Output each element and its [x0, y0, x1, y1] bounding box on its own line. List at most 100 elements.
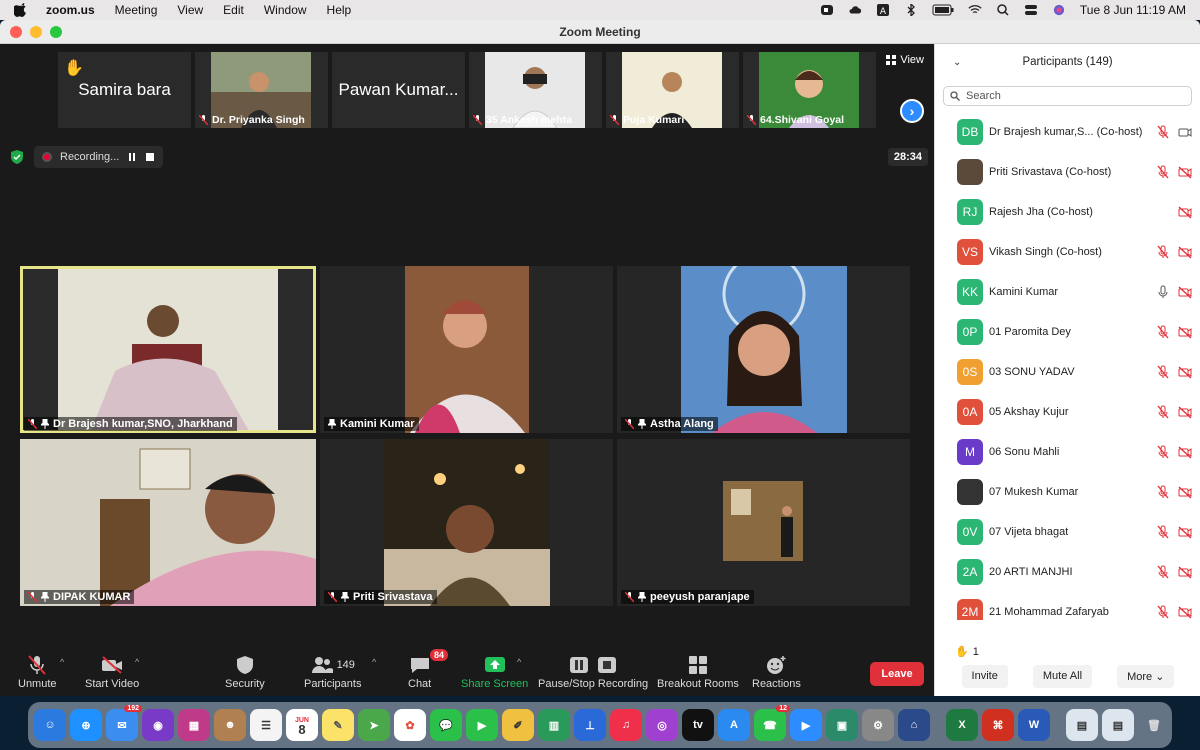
thumb-tile[interactable]: ✋ Samira bara — [58, 52, 191, 128]
video-off-icon[interactable] — [1178, 245, 1192, 259]
chevron-down-icon[interactable]: ⌄ — [953, 57, 961, 68]
mic-icon[interactable] — [1156, 285, 1170, 299]
participant-row[interactable]: 07 Mukesh Kumar — [935, 472, 1200, 512]
mail-icon[interactable]: ✉ 192 — [106, 705, 142, 741]
reactions-button[interactable]: Reactions — [752, 655, 801, 690]
pause-icon[interactable] — [127, 152, 137, 162]
chat-button[interactable]: 84 Chat — [408, 649, 449, 690]
cloud-icon[interactable] — [848, 4, 862, 16]
video-off-icon[interactable] — [1178, 325, 1192, 339]
music-icon[interactable]: ♫ — [610, 709, 642, 741]
participant-row[interactable]: 2M 21 Mohammad Zafaryab — [935, 592, 1200, 620]
app-store-icon[interactable]: A — [718, 709, 750, 741]
mic-muted-icon[interactable] — [1156, 245, 1170, 259]
sketchbook-icon[interactable]: ⌂ — [898, 709, 930, 741]
video-off-icon[interactable] — [1178, 445, 1192, 459]
chevron-up-icon[interactable]: ^ — [135, 657, 139, 667]
video-tile[interactable]: peeyush paranjape — [617, 439, 910, 606]
calendar-icon[interactable]: JUN 8 — [286, 709, 318, 741]
video-off-icon[interactable] — [1178, 205, 1192, 219]
participant-row[interactable]: 0A 05 Akshay Kujur — [935, 392, 1200, 432]
safari-icon[interactable]: ⊕ — [70, 709, 102, 741]
battery-icon[interactable] — [932, 4, 954, 16]
podcasts-icon[interactable]: ◎ — [646, 709, 678, 741]
notes-icon[interactable]: ✎ — [322, 709, 354, 741]
mic-muted-icon[interactable] — [1156, 485, 1170, 499]
video-tile[interactable]: Astha Alang — [617, 266, 910, 433]
video-off-icon[interactable] — [1178, 365, 1192, 379]
teams-meet-icon[interactable]: ▣ — [826, 709, 858, 741]
participant-row[interactable]: VS Vikash Singh (Co-host) — [935, 232, 1200, 272]
reminders-icon[interactable]: ☰ — [250, 709, 282, 741]
mic-muted-icon[interactable] — [1156, 445, 1170, 459]
menu-edit[interactable]: Edit — [223, 3, 244, 17]
stop-icon[interactable] — [145, 152, 155, 162]
trash-icon[interactable]: 🗑 — [1138, 709, 1170, 741]
apple-icon[interactable] — [14, 3, 28, 17]
participants-button[interactable]: 149 Participants ^ — [304, 655, 376, 690]
video-off-icon[interactable] — [1178, 485, 1192, 499]
video-tile[interactable]: DIPAK KUMAR — [20, 439, 316, 606]
invite-button[interactable]: Invite — [961, 665, 1008, 688]
participant-row[interactable]: DB Dr Brajesh kumar,S... (Co-host) — [935, 112, 1200, 152]
mute-all-button[interactable]: Mute All — [1032, 665, 1093, 688]
search-icon[interactable] — [996, 4, 1010, 16]
menu-meeting[interactable]: Meeting — [115, 3, 158, 17]
keynote-icon[interactable]: ⊥ — [574, 709, 606, 741]
word-icon[interactable]: W — [1018, 709, 1050, 741]
thumb-tile[interactable]: Dr. Priyanka Singh — [195, 52, 328, 128]
view-button[interactable]: View — [886, 54, 924, 66]
close-window-button[interactable] — [10, 26, 22, 38]
unmute-button[interactable]: Unmute ^ — [18, 655, 64, 690]
security-button[interactable]: Security — [225, 655, 265, 690]
next-page-button[interactable]: › — [900, 99, 924, 123]
video-off-icon[interactable] — [1178, 565, 1192, 579]
participant-row[interactable]: 0P 01 Paromita Dey — [935, 312, 1200, 352]
start-video-button[interactable]: Start Video ^ — [85, 655, 139, 690]
video-tile[interactable]: Priti Srivastava — [320, 439, 613, 606]
thumb-tile[interactable]: Pawan Kumar... — [332, 52, 465, 128]
siri-icon[interactable] — [1052, 4, 1066, 16]
zoom-window-button[interactable] — [50, 26, 62, 38]
numbers-icon[interactable]: ▥ — [538, 709, 570, 741]
excel-icon[interactable]: X — [946, 709, 978, 741]
search-input[interactable]: Search — [943, 86, 1192, 106]
finder-icon[interactable]: ☺ — [34, 709, 66, 741]
thumb-tile[interactable]: 35 Ankesh mehta — [469, 52, 602, 128]
mic-muted-icon[interactable] — [1156, 125, 1170, 139]
system-preferences-icon[interactable]: ⚙ — [862, 709, 894, 741]
mic-muted-icon[interactable] — [1156, 325, 1170, 339]
mic-muted-icon[interactable] — [1156, 365, 1170, 379]
breakout-rooms-button[interactable]: Breakout Rooms — [657, 655, 739, 690]
leave-button[interactable]: Leave — [870, 662, 924, 686]
input-source-icon[interactable]: A — [876, 4, 890, 16]
participant-row[interactable]: Priti Srivastava (Co-host) — [935, 152, 1200, 192]
freeform-icon[interactable]: ✐ — [502, 709, 534, 741]
mic-muted-icon[interactable] — [1156, 165, 1170, 179]
menu-view[interactable]: View — [177, 3, 203, 17]
mic-muted-icon[interactable] — [1156, 405, 1170, 419]
bluetooth-icon[interactable] — [904, 4, 918, 16]
participant-row[interactable]: 0V 07 Vijeta bhagat — [935, 512, 1200, 552]
participant-row[interactable]: M 06 Sonu Mahli — [935, 432, 1200, 472]
zoom-status-icon[interactable] — [820, 4, 834, 16]
encryption-shield-icon[interactable] — [10, 150, 24, 164]
chevron-up-icon[interactable]: ^ — [517, 657, 521, 667]
wifi-icon[interactable] — [968, 4, 982, 16]
menu-help[interactable]: Help — [327, 3, 352, 17]
chevron-up-icon[interactable]: ^ — [60, 657, 64, 667]
mic-muted-icon[interactable] — [1156, 565, 1170, 579]
mic-muted-icon[interactable] — [1156, 525, 1170, 539]
video-off-icon[interactable] — [1178, 285, 1192, 299]
contacts-icon[interactable]: ☻ — [214, 709, 246, 741]
video-off-icon[interactable] — [1178, 605, 1192, 619]
maps-icon[interactable]: ➤ — [358, 709, 390, 741]
control-center-icon[interactable] — [1024, 4, 1038, 16]
thumb-tile[interactable]: Puja Kumari — [606, 52, 739, 128]
share-screen-button[interactable]: Share Screen ^ — [461, 655, 528, 690]
downloads-folder-icon[interactable]: ▤ — [1066, 709, 1098, 741]
acrobat-icon[interactable]: ⌘ — [982, 709, 1014, 741]
participant-row[interactable]: 0S 03 SONU YADAV — [935, 352, 1200, 392]
tv-icon[interactable]: tv — [682, 709, 714, 741]
menu-app-name[interactable]: zoom.us — [46, 3, 95, 17]
